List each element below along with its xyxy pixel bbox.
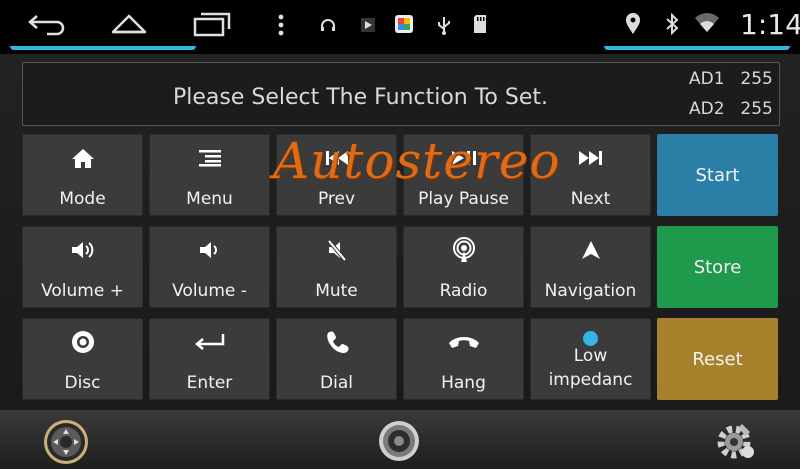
play-pause-label: Play Pause (418, 189, 509, 209)
play-pause-button[interactable]: Play Pause (403, 134, 524, 216)
radio-label: Radio (439, 281, 488, 301)
start-label: Start (695, 165, 740, 186)
prev-label: Prev (317, 189, 356, 209)
store-button[interactable]: Store (657, 226, 778, 308)
wifi-icon (694, 12, 720, 34)
photos-icon (394, 14, 414, 34)
ad2-value: 255 (740, 99, 773, 119)
menu-label: Menu (186, 189, 233, 209)
mode-button[interactable]: Mode (22, 134, 143, 216)
sd-card-icon (472, 14, 488, 34)
back-icon[interactable] (26, 10, 68, 38)
play-store-icon (358, 16, 378, 34)
radio-button[interactable]: Radio (403, 226, 524, 308)
nav-accent-left (10, 46, 196, 50)
disc-button[interactable]: Disc (22, 318, 143, 400)
mute-button[interactable]: Mute (276, 226, 397, 308)
status-clock: 1:14 (740, 8, 800, 41)
next-label: Next (570, 189, 611, 209)
joystick-icon[interactable] (40, 416, 92, 466)
skip-previous-icon (277, 145, 396, 171)
volume-up-label: Volume + (41, 281, 124, 301)
usb-icon (434, 14, 454, 36)
mute-label: Mute (315, 281, 358, 301)
ad1-readout: AD1 255 (689, 69, 773, 89)
start-button[interactable]: Start (657, 134, 778, 216)
menu-lines-icon (150, 145, 269, 171)
home-icon (23, 145, 142, 171)
overflow-menu-icon[interactable] (274, 12, 288, 38)
dial-label: Dial (320, 373, 353, 393)
status-bar: 1:14 (0, 0, 800, 54)
enter-button[interactable]: Enter (149, 318, 270, 400)
volume-down-icon (150, 237, 269, 263)
hang-button[interactable]: Hang (403, 318, 524, 400)
enter-return-icon (150, 329, 269, 355)
hang-label: Hang (441, 373, 486, 393)
volume-up-icon (23, 237, 142, 263)
disc-label: Disc (64, 373, 101, 393)
volume-down-label: Volume - (172, 281, 247, 301)
ad1-value: 255 (740, 69, 773, 89)
navigation-label: Navigation (544, 281, 637, 301)
recents-icon[interactable] (191, 10, 233, 38)
ad2-readout: AD2 255 (689, 99, 773, 119)
location-icon (624, 12, 642, 36)
dial-button[interactable]: Dial (276, 318, 397, 400)
store-label: Store (693, 257, 742, 278)
settings-gear-icon[interactable] (712, 418, 758, 464)
ad2-label: AD2 (689, 99, 725, 119)
play-pause-icon (404, 145, 523, 171)
reset-label: Reset (692, 349, 743, 370)
home-icon[interactable] (108, 10, 150, 38)
reset-button[interactable]: Reset (657, 318, 778, 400)
menu-button[interactable]: Menu (149, 134, 270, 216)
ad1-label: AD1 (689, 69, 725, 89)
radio-antenna-icon (404, 237, 523, 263)
next-button[interactable]: Next (530, 134, 651, 216)
prev-button[interactable]: Prev (276, 134, 397, 216)
bluetooth-icon (664, 12, 680, 36)
phone-hangup-icon (404, 329, 523, 355)
steering-wheel-learning-panel: Please Select The Function To Set. AD1 2… (0, 54, 800, 410)
navigation-button[interactable]: Navigation (530, 226, 651, 308)
enter-label: Enter (186, 373, 233, 393)
headset-icon (318, 16, 338, 34)
navigation-arrow-icon (531, 237, 650, 263)
low-impedance-button[interactable]: Low impedanc (530, 318, 651, 400)
volume-up-button[interactable]: Volume + (22, 226, 143, 308)
speaker-icon[interactable] (376, 418, 422, 464)
nav-accent-right (604, 46, 790, 50)
bottom-bar (0, 410, 800, 469)
low-impedance-label-line1: Low (573, 346, 608, 366)
info-panel: Please Select The Function To Set. AD1 2… (22, 62, 780, 126)
prompt-text: Please Select The Function To Set. (173, 85, 548, 110)
skip-next-icon (531, 145, 650, 171)
mode-label: Mode (59, 189, 106, 209)
disc-icon (23, 329, 142, 355)
mute-icon (277, 237, 396, 263)
volume-down-button[interactable]: Volume - (149, 226, 270, 308)
low-impedance-label-line2: impedanc (548, 370, 633, 390)
phone-dial-icon (277, 329, 396, 355)
